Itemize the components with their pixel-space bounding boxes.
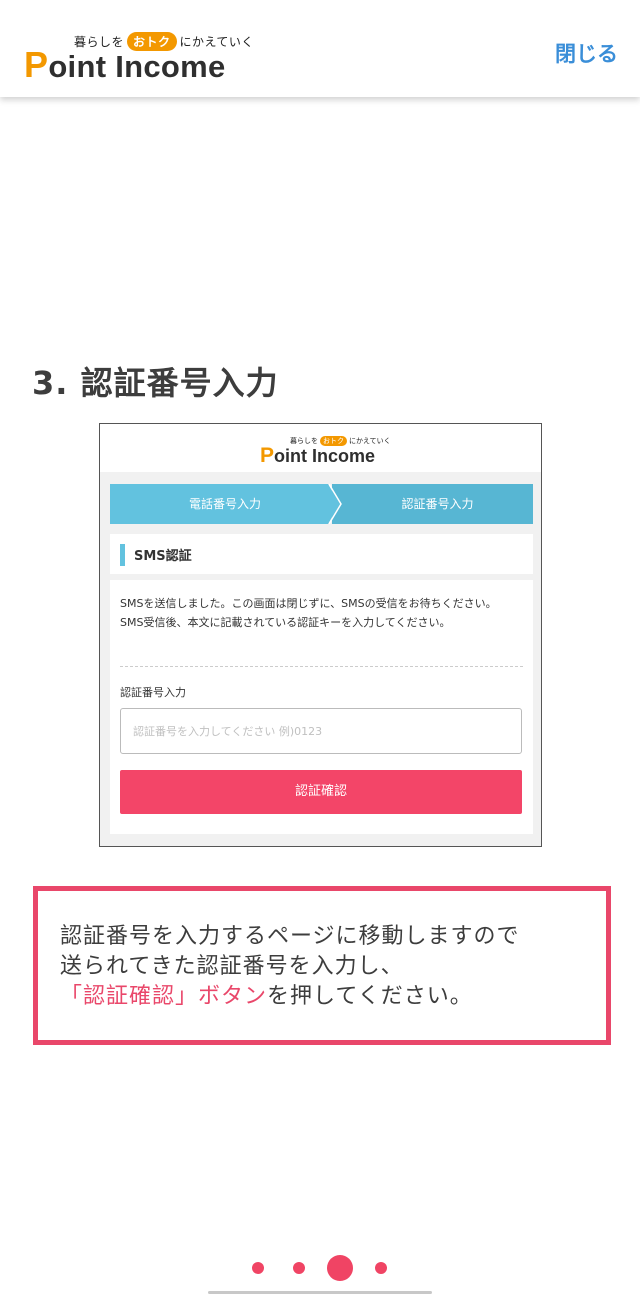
dashed-divider	[120, 666, 523, 667]
logo-brand-rest: oint Income	[48, 49, 226, 84]
instruction-line1: 認証番号を入力するページに移動しますので	[60, 924, 520, 949]
sms-form-card: SMSを送信しました。この画面は閉じずに、SMSの受信をお待ちください。 SMS…	[110, 580, 533, 834]
section-title-text: SMS認証	[134, 549, 192, 564]
carousel-pager	[0, 1250, 640, 1286]
section-accent-bar	[120, 544, 125, 566]
step-phone-input: 電話番号入力	[110, 484, 340, 524]
sms-auth-screenshot: 暮らしを おトク にかえていく Point Income 電話番号入力 認証番号入力…	[99, 423, 542, 847]
close-button[interactable]: 閉じる	[555, 38, 618, 68]
sms-message: SMSを送信しました。この画面は閉じずに、SMSの受信をお待ちください。 SMS…	[120, 594, 525, 632]
instruction-line2: 送られてきた認証番号を入力し、	[60, 954, 404, 979]
instruction-line3-rest: を押してください。	[267, 984, 473, 1009]
code-input-label: 認証番号入力	[120, 686, 186, 699]
logo-brand: Point Income	[24, 44, 226, 86]
pager-dot-2[interactable]	[293, 1262, 305, 1274]
pager-dot-3-active[interactable]	[327, 1255, 353, 1281]
mock-logo: 暮らしを おトク にかえていく Point Income	[260, 434, 400, 470]
sms-message-line1: SMSを送信しました。この画面は閉じずに、SMSの受信をお待ちください。	[120, 597, 497, 610]
sms-message-line2: SMS受信後、本文に記載されている認証キーを入力してください。	[120, 616, 451, 629]
step-title: 3. 認証番号入力	[32, 364, 279, 402]
instruction-highlight: 「認証確認」ボタン	[60, 984, 268, 1009]
step-code-input: 認証番号入力	[332, 484, 533, 524]
code-input-field: 認証番号を入力してください 例)0123	[120, 708, 522, 754]
mock-body: 電話番号入力 認証番号入力 SMS認証 SMSを送信しました。この画面は閉じずに…	[100, 472, 541, 846]
instruction-box: 認証番号を入力するページに移動しますので 送られてきた認証番号を入力し、 「認証…	[33, 886, 611, 1045]
mock-logo-brand: Point Income	[260, 444, 375, 468]
verify-button: 認証確認	[120, 770, 522, 814]
point-income-logo: 暮らしを おトク にかえていく Point Income	[24, 26, 253, 86]
mock-logo-brand-initial: P	[260, 444, 275, 467]
logo-brand-initial: P	[24, 44, 49, 85]
chevron-divider-icon	[329, 484, 342, 524]
pager-dot-4[interactable]	[375, 1262, 387, 1274]
step-progress: 電話番号入力 認証番号入力	[110, 484, 533, 524]
instruction-text: 認証番号を入力するページに移動しますので 送られてきた認証番号を入力し、 「認証…	[60, 922, 520, 1012]
top-header: 暮らしを おトク にかえていく Point Income 閉じる	[0, 0, 640, 97]
sms-section-title: SMS認証	[110, 534, 533, 574]
pager-dot-1[interactable]	[252, 1262, 264, 1274]
mock-logo-brand-rest: oint Income	[274, 446, 376, 466]
